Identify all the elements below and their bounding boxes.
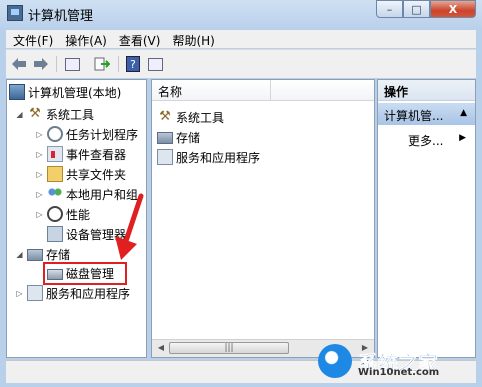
window-controls: – □ X [376,0,476,19]
watermark-logo-icon [318,344,352,378]
window-title: 计算机管理 [28,9,94,24]
toolbar-separator [118,56,119,72]
menu-action[interactable]: 操作(A) [58,30,112,48]
tree-item-task-scheduler[interactable]: ▷ 任务计划程序 [35,125,138,143]
properties-icon[interactable] [146,55,164,73]
tree-item-label: 事件查看器 [66,147,127,162]
tree-item-label: 任务计划程序 [66,127,139,142]
expand-triangle-icon[interactable]: ▷ [35,190,44,199]
tree-item-event-viewer[interactable]: ▷ 事件查看器 [35,145,126,163]
tree-item-label: 计算机管理(本地) [28,85,122,100]
performance-icon [47,206,63,222]
actions-section-computer[interactable]: 计算机管... ▲ [378,103,475,125]
expand-triangle-icon[interactable]: ▷ [35,130,44,139]
tree-item-system-tools[interactable]: ◢ ⚒ 系统工具 [15,105,94,123]
menu-view[interactable]: 查看(V) [112,30,166,48]
list-item[interactable]: 存储 [157,128,200,146]
computer-management-icon [7,5,23,21]
maximize-button[interactable]: □ [403,0,430,18]
actions-header: 操作 [378,80,475,101]
red-arrow-icon [115,193,144,260]
expand-triangle-icon[interactable]: ▷ [35,170,44,179]
site-watermark: 系统之家 Win10net.com [318,340,440,382]
tree-item-label: 共享文件夹 [66,167,127,182]
column-header[interactable]: 名称 [152,80,374,101]
title-bar[interactable]: 计算机管理 – □ X [0,0,482,28]
menu-help[interactable]: 帮助(H) [165,30,219,48]
watermark-sub: Win10net.com [358,367,440,378]
forward-arrow-icon[interactable] [32,55,50,73]
tree-item-storage[interactable]: ◢ 存储 [15,245,70,263]
tree-item-label: 性能 [66,207,91,222]
scroll-left-icon[interactable]: ◀ [154,342,168,354]
tree-item-shared-folders[interactable]: ▷ 共享文件夹 [35,165,126,183]
storage-icon [157,132,173,144]
shared-folder-icon [47,166,63,182]
navigation-tree: 计算机管理(本地) ◢ ⚒ 系统工具 ▷ 任务计划程序 ▷ 事件查看器 ▷ 共享… [6,79,147,358]
tree-item-label: 系统工具 [46,107,95,122]
tree-item-label: 服务和应用程序 [46,286,131,301]
tree-item-label: 存储 [46,247,71,262]
users-icon [47,186,63,202]
svg-text:?: ? [130,58,136,71]
computer-management-window: 计算机管理 – □ X 文件(F) 操作(A) 查看(V) 帮助(H) ? 计算… [0,0,482,387]
content-list: 名称 ⚒ 系统工具 存储 服务和应用程序 ◀ ||| ▶ [151,79,375,358]
clock-icon [47,126,63,142]
collapse-triangle-icon[interactable]: ◢ [15,250,24,259]
collapse-triangle-icon[interactable]: ◢ [15,110,24,119]
expand-triangle-icon[interactable]: ▷ [35,210,44,219]
services-icon [27,285,43,301]
tools-icon: ⚒ [29,106,41,121]
scrollbar-thumb[interactable]: ||| [169,342,289,354]
event-viewer-icon [47,146,63,162]
tree-item-root[interactable]: 计算机管理(本地) [9,83,121,101]
menu-bar: 文件(F) 操作(A) 查看(V) 帮助(H) [6,30,476,48]
list-item[interactable]: ⚒ 系统工具 [157,108,224,126]
list-item-label: 系统工具 [176,110,225,125]
tree-item-services-apps[interactable]: ▷ 服务和应用程序 [15,284,130,302]
list-item[interactable]: 服务和应用程序 [157,148,260,166]
tree-item-performance[interactable]: ▷ 性能 [35,205,90,223]
menu-file[interactable]: 文件(F) [6,30,58,48]
show-hide-tree-icon[interactable] [63,55,81,73]
more-actions-link[interactable]: 更多... [408,132,443,149]
highlight-frame [43,262,127,285]
services-icon [157,149,173,165]
actions-section-label: 计算机管... [384,109,444,123]
submenu-arrow-icon[interactable]: ▶ [459,133,466,143]
help-icon[interactable]: ? [124,55,142,73]
export-list-icon[interactable] [93,55,111,73]
column-divider[interactable] [270,80,271,100]
column-name[interactable]: 名称 [158,83,182,100]
expand-triangle-icon[interactable]: ▷ [35,150,44,159]
list-item-label: 存储 [176,130,201,145]
actions-pane: 操作 计算机管... ▲ 更多... ▶ [377,79,476,358]
device-manager-icon [47,226,63,242]
storage-icon [27,249,43,261]
list-item-label: 服务和应用程序 [176,150,261,165]
computer-icon [9,84,25,100]
close-button[interactable]: X [430,0,476,18]
minimize-button[interactable]: – [376,0,403,18]
collapse-up-icon[interactable]: ▲ [460,108,467,118]
toolbar: ? [6,49,476,78]
expand-triangle-icon[interactable]: ▷ [15,289,24,298]
back-arrow-icon[interactable] [10,55,28,73]
tools-icon: ⚒ [159,109,171,124]
toolbar-separator [56,56,57,72]
